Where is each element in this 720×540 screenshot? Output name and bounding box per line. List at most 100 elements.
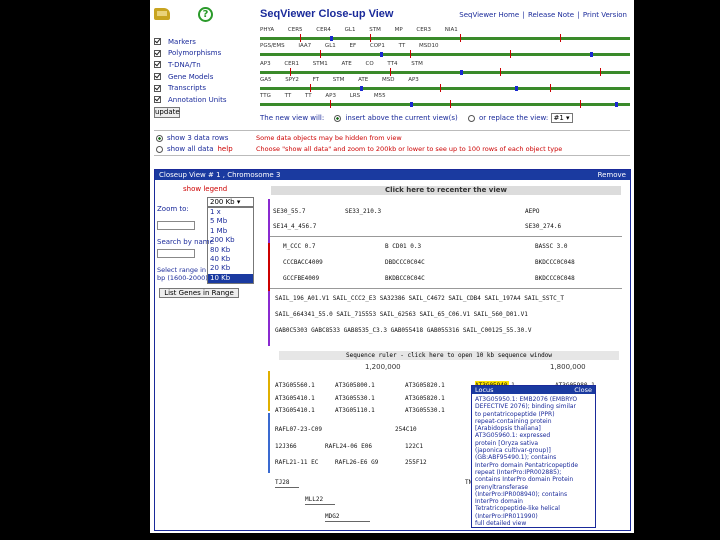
marker-label[interactable]: SE30_55.7 <box>273 208 306 215</box>
zoom-option[interactable]: 80 Kb <box>208 246 253 255</box>
transcript-label[interactable]: RAFL07-23-C09 <box>275 426 322 433</box>
polymorphism-label[interactable]: BASSC 3.0 <box>535 243 568 250</box>
polymorphism-label[interactable]: DBDCCC0C04C <box>385 259 425 266</box>
recenter-bar[interactable]: Click here to recenter the view <box>271 186 621 195</box>
checkbox-icon[interactable] <box>154 61 161 69</box>
overview-track-3[interactable]: AP3 CER1 STM1 ATE CO TT4 STM <box>260 61 630 76</box>
track-transcripts[interactable]: Transcripts <box>154 82 254 94</box>
radio-replace[interactable] <box>467 114 475 122</box>
sequence-ruler[interactable]: Sequence ruler - click here to open 10 k… <box>279 351 619 360</box>
transcript-label[interactable]: 12J366 <box>275 443 297 450</box>
gene-label[interactable]: AT3G05560.1 <box>275 382 315 389</box>
data-rows-panel: show 3 data rows show all data help Some … <box>154 130 630 156</box>
overview-track-5[interactable]: TTG TT TT AP3 LRS M55 <box>260 93 630 108</box>
remove-button[interactable]: Remove <box>598 170 626 180</box>
checkbox-icon[interactable] <box>154 73 161 81</box>
zoom-option[interactable]: 1 x <box>208 208 253 217</box>
marker-label[interactable]: SE14_4_456.7 <box>273 223 316 230</box>
zoom-option[interactable]: 1 Mb <box>208 227 253 236</box>
full-view-link[interactable]: full detailed view <box>475 520 592 527</box>
transcript-label[interactable]: RAFL24-06 E06 <box>325 443 372 450</box>
checkbox-icon[interactable] <box>154 49 161 57</box>
show-legend-link[interactable]: show legend <box>183 185 227 193</box>
search-label: Search by name <box>157 238 214 246</box>
popup-header: Locus Close <box>472 386 595 394</box>
link-release-note[interactable]: Release Note <box>528 11 574 19</box>
tdna-row[interactable]: SAIL_664341_55.0 SAIL_715553 SAIL_62563 … <box>275 311 528 318</box>
annotation-unit-label[interactable]: MDG2 <box>325 513 339 520</box>
track-polymorphisms[interactable]: Polymorphisms <box>154 48 254 60</box>
marker-label[interactable]: SE33_210.3 <box>345 208 381 215</box>
marker-label[interactable]: AEPO <box>525 208 539 215</box>
tdna-row[interactable]: SAIL_196_A01.V1 SAIL_CCC2_E3 SA32386 SAI… <box>275 295 564 302</box>
option-show-3-rows[interactable]: show 3 data rows <box>156 134 228 142</box>
radio-show3[interactable] <box>156 134 163 142</box>
update-button[interactable]: update <box>154 107 180 118</box>
gene-label[interactable]: AT3G05800.1 <box>335 382 375 389</box>
checkbox-icon[interactable] <box>154 38 161 46</box>
gene-label[interactable]: AT3G05530.1 <box>405 407 445 414</box>
checkbox-icon[interactable] <box>154 84 161 92</box>
track-annotation-units[interactable]: Annotation Units <box>154 94 254 106</box>
locus-popup: Locus Close AT3G05950.1: EMB2076 (EMBRYO… <box>471 385 596 528</box>
polymorphism-label[interactable]: BKDBCC0C04C <box>385 275 425 282</box>
overview-track-4[interactable]: GA5 SPY2 FT STM ATE MSD AP3 <box>260 77 630 92</box>
polymorphism-label[interactable]: BKDCCC0C048 <box>535 275 575 282</box>
radio-showall[interactable] <box>156 145 163 153</box>
warning-zoom: Choose "show all data" and zoom to 200kb… <box>256 145 563 153</box>
marker-label[interactable]: SE30_274.6 <box>525 223 561 230</box>
tdna-row[interactable]: GAB0C5303 GABC8533 GAB8535_C3.3 GAB05541… <box>275 327 531 334</box>
zoom-label: Zoom to: <box>157 205 189 213</box>
zoom-option-highlighted[interactable]: 10 Kb <box>208 273 253 284</box>
gene-label[interactable]: AT3G05820.1 <box>405 395 445 402</box>
tair-logo-icon[interactable] <box>154 8 170 20</box>
track-tdna[interactable]: T-DNA/Tn <box>154 59 254 71</box>
zoom-option[interactable]: 40 Kb <box>208 255 253 264</box>
transcript-label[interactable]: 255F12 <box>405 459 427 466</box>
tdna-track-bar <box>268 291 270 346</box>
zoom-dropdown-list[interactable]: 1 x 5 Mb 1 Mb 200 Kb 80 Kb 40 Kb 20 Kb 1… <box>207 207 254 285</box>
popup-close-button[interactable]: Close <box>574 386 592 394</box>
polymorphism-label[interactable]: B CD01 0.3 <box>385 243 421 250</box>
transcript-label[interactable]: 254C10 <box>395 426 417 433</box>
transcripts-track-bar <box>268 413 270 473</box>
polymorphism-label[interactable]: BKDCCC0C048 <box>535 259 575 266</box>
gene-label[interactable]: AT3G05820.1 <box>405 382 445 389</box>
gene-label[interactable]: AT3G05410.1 <box>275 407 315 414</box>
gene-label[interactable]: AT3G05530.1 <box>335 395 375 402</box>
list-genes-button[interactable]: List Genes in Range <box>159 288 239 298</box>
annotation-unit-label[interactable]: TJ28 <box>275 479 289 486</box>
transcript-label[interactable]: 122C1 <box>405 443 423 450</box>
link-seqviewer-home[interactable]: SeqViewer Home <box>459 11 519 19</box>
transcript-label[interactable]: RAFL26-E6 G9 <box>335 459 378 466</box>
track-markers[interactable]: Markers <box>154 36 254 48</box>
zoom-option[interactable]: 20 Kb <box>208 264 253 273</box>
link-print-version[interactable]: Print Version <box>583 11 627 19</box>
radio-insert[interactable] <box>334 114 342 122</box>
transcript-label[interactable]: RAFL21-11 EC <box>275 459 318 466</box>
overview-track-2[interactable]: PGS/EMS IAA7 GL1 EF COP1 TT MSD10 <box>260 43 630 58</box>
checkbox-icon[interactable] <box>154 96 161 104</box>
polymorphism-label[interactable]: CCCBACC4009 <box>283 259 323 266</box>
zoom-option[interactable]: 5 Mb <box>208 217 253 226</box>
top-links: SeqViewer Home | Release Note | Print Ve… <box>459 11 627 19</box>
annotation-unit-label[interactable]: MLL22 <box>305 496 323 503</box>
zoom-option[interactable]: 200 Kb <box>208 236 253 245</box>
warning-hidden: Some data objects may be hidden from vie… <box>256 134 402 142</box>
seqviewer-page: ? SeqViewer Close-up View SeqViewer Home… <box>150 0 634 533</box>
new-view-options: The new view will: insert above the curr… <box>260 113 573 123</box>
zoom-select[interactable]: 200 Kb ▾ <box>207 197 254 207</box>
polymorphism-label[interactable]: GCCFBE4009 <box>283 275 319 282</box>
gene-label[interactable]: AT3G05110.1 <box>335 407 375 414</box>
option-show-all[interactable]: show all data help <box>156 145 233 153</box>
search-input[interactable] <box>157 249 195 258</box>
polymorphism-label[interactable]: M_CCC 0.7 <box>283 243 316 250</box>
replace-view-select[interactable]: #1 ▾ <box>550 113 573 123</box>
question-circle-icon[interactable]: ? <box>198 7 213 22</box>
track-gene-models[interactable]: Gene Models <box>154 71 254 83</box>
overview-track-1[interactable]: PHYA CER5 CER4 GL1 STM MP CER3 NIA1 <box>260 27 630 42</box>
gene-label[interactable]: AT3G05410.1 <box>275 395 315 402</box>
help-link[interactable]: help <box>218 145 233 153</box>
zoom-input[interactable] <box>157 221 195 230</box>
page-title: SeqViewer Close-up View <box>260 8 394 20</box>
